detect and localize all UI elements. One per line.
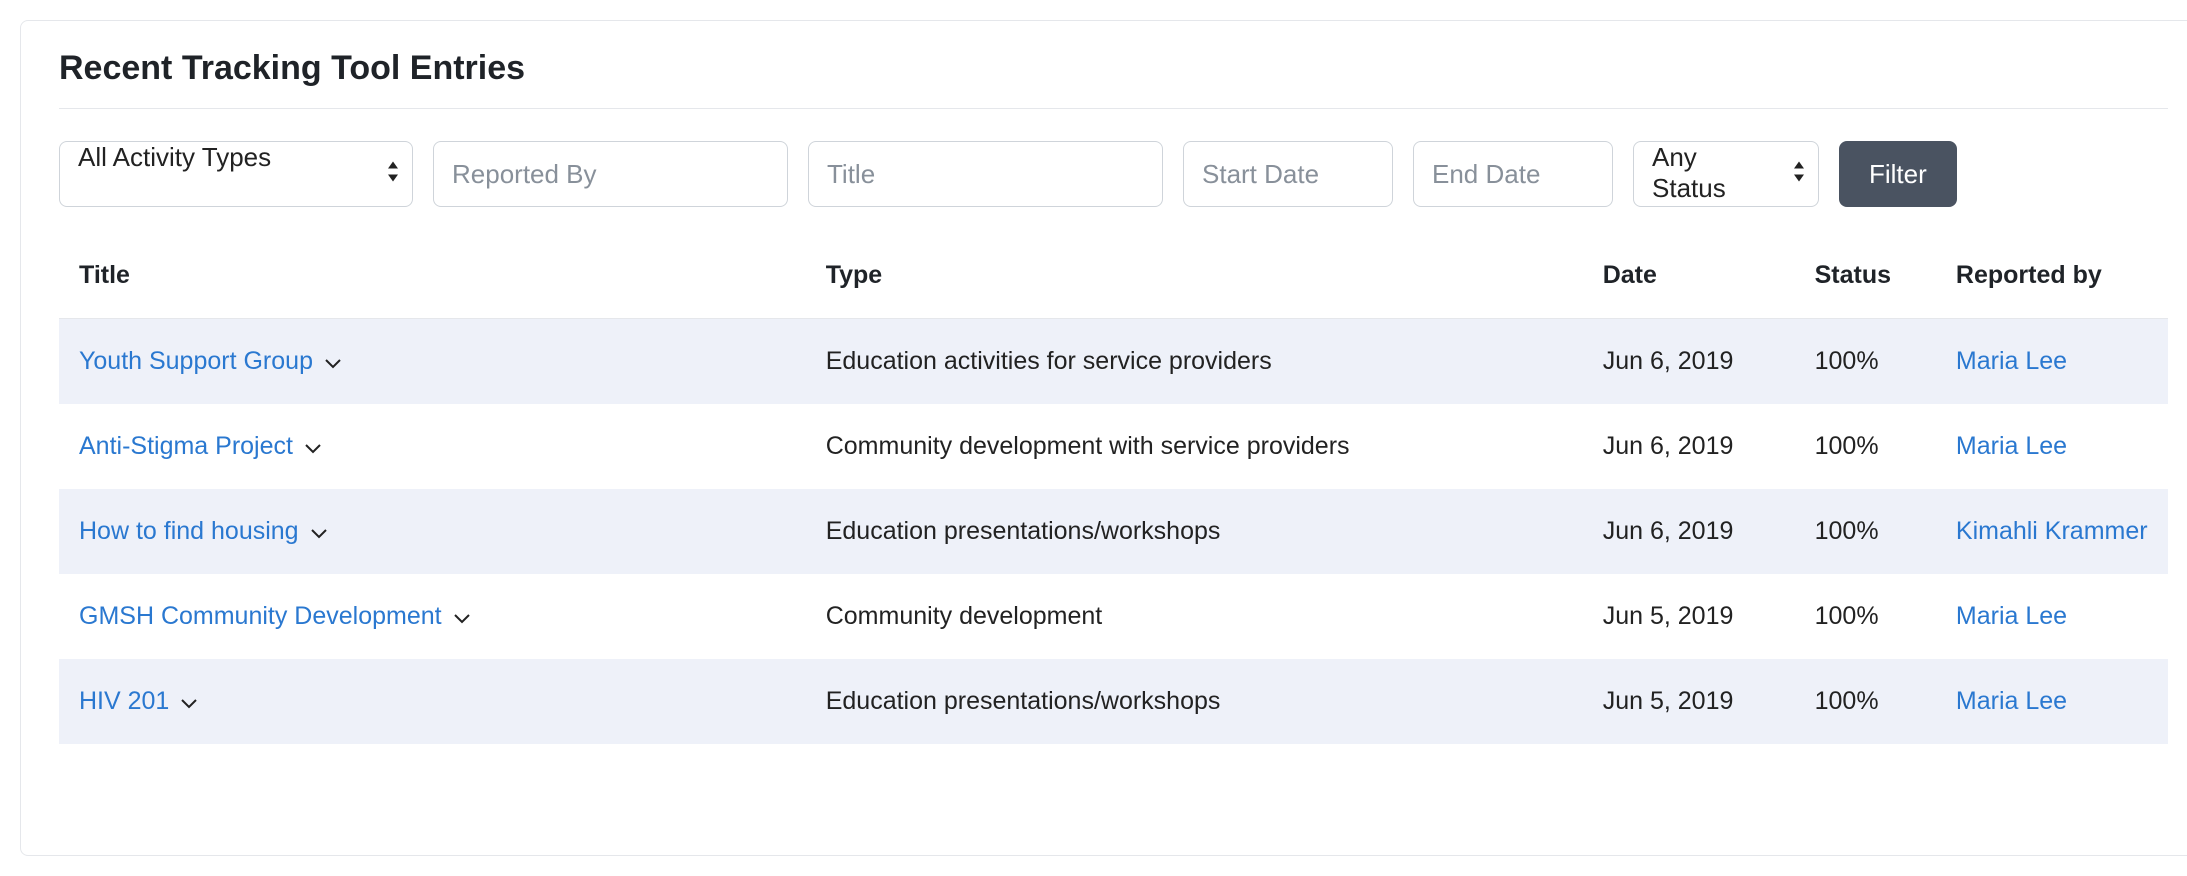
cell-status: 100%: [1795, 404, 1936, 489]
chevron-down-icon[interactable]: [181, 687, 197, 716]
title-cell-wrap: How to find housing: [79, 517, 327, 546]
filter-bar: All Activity Types Any Status Filter: [59, 141, 2168, 207]
cell-reported-by: Maria Lee: [1936, 574, 2168, 659]
cell-reported-by: Maria Lee: [1936, 404, 2168, 489]
table-row: How to find housing Education presentatio…: [59, 489, 2168, 574]
reporter-link[interactable]: Kimahli Krammer: [1956, 517, 2148, 545]
cell-reported-by: Maria Lee: [1936, 319, 2168, 405]
cell-title: HIV 201: [59, 659, 806, 744]
cell-type: Community development: [806, 574, 1583, 659]
cell-status: 100%: [1795, 574, 1936, 659]
table-header-row: Title Type Date Status Reported by: [59, 243, 2168, 319]
cell-type: Education presentations/workshops: [806, 489, 1583, 574]
cell-date: Jun 6, 2019: [1583, 319, 1795, 405]
cell-type: Education activities for service provide…: [806, 319, 1583, 405]
chevron-down-icon[interactable]: [311, 517, 327, 546]
reporter-link[interactable]: Maria Lee: [1956, 347, 2067, 375]
title-cell-wrap: GMSH Community Development: [79, 602, 470, 631]
cell-reported-by: Maria Lee: [1936, 659, 2168, 744]
title-cell-wrap: Anti-Stigma Project: [79, 432, 321, 461]
end-date-input[interactable]: [1413, 141, 1613, 207]
entries-table: Title Type Date Status Reported by Youth…: [59, 243, 2168, 744]
cell-status: 100%: [1795, 659, 1936, 744]
divider: [59, 108, 2168, 109]
cell-title: Anti-Stigma Project: [59, 404, 806, 489]
cell-date: Jun 6, 2019: [1583, 489, 1795, 574]
entry-title-link[interactable]: Youth Support Group: [79, 347, 313, 376]
reporter-link[interactable]: Maria Lee: [1956, 432, 2067, 460]
cell-title: Youth Support Group: [59, 319, 806, 405]
title-cell-wrap: Youth Support Group: [79, 347, 341, 376]
status-label: Any Status: [1633, 141, 1819, 207]
cell-date: Jun 6, 2019: [1583, 404, 1795, 489]
start-date-input[interactable]: [1183, 141, 1393, 207]
cell-title: GMSH Community Development: [59, 574, 806, 659]
table-row: Anti-Stigma Project Community development…: [59, 404, 2168, 489]
cell-status: 100%: [1795, 489, 1936, 574]
col-header-title: Title: [59, 243, 806, 319]
col-header-reported-by: Reported by: [1936, 243, 2168, 319]
cell-date: Jun 5, 2019: [1583, 574, 1795, 659]
cell-date: Jun 5, 2019: [1583, 659, 1795, 744]
reporter-link[interactable]: Maria Lee: [1956, 602, 2067, 630]
table-row: HIV 201 Education presentations/workshops…: [59, 659, 2168, 744]
entry-title-link[interactable]: Anti-Stigma Project: [79, 432, 293, 461]
table-row: GMSH Community Development Community deve…: [59, 574, 2168, 659]
chevron-down-icon[interactable]: [325, 347, 341, 376]
reported-by-input[interactable]: [433, 141, 788, 207]
col-header-type: Type: [806, 243, 1583, 319]
reporter-link[interactable]: Maria Lee: [1956, 687, 2067, 715]
cell-type: Community development with service provi…: [806, 404, 1583, 489]
tracking-entries-card: Recent Tracking Tool Entries All Activit…: [20, 20, 2187, 856]
activity-type-select[interactable]: All Activity Types: [59, 141, 413, 207]
title-input[interactable]: [808, 141, 1163, 207]
cell-title: How to find housing: [59, 489, 806, 574]
cell-reported-by: Kimahli Krammer: [1936, 489, 2168, 574]
col-header-date: Date: [1583, 243, 1795, 319]
entry-title-link[interactable]: GMSH Community Development: [79, 602, 442, 631]
table-row: Youth Support Group Education activities …: [59, 319, 2168, 405]
activity-type-label: All Activity Types: [59, 141, 413, 207]
chevron-down-icon[interactable]: [454, 602, 470, 631]
filter-button[interactable]: Filter: [1839, 141, 1957, 207]
title-cell-wrap: HIV 201: [79, 687, 197, 716]
entry-title-link[interactable]: How to find housing: [79, 517, 299, 546]
status-select[interactable]: Any Status: [1633, 141, 1819, 207]
entry-title-link[interactable]: HIV 201: [79, 687, 169, 716]
col-header-status: Status: [1795, 243, 1936, 319]
cell-type: Education presentations/workshops: [806, 659, 1583, 744]
page-title: Recent Tracking Tool Entries: [59, 49, 2168, 88]
chevron-down-icon[interactable]: [305, 432, 321, 461]
cell-status: 100%: [1795, 319, 1936, 405]
